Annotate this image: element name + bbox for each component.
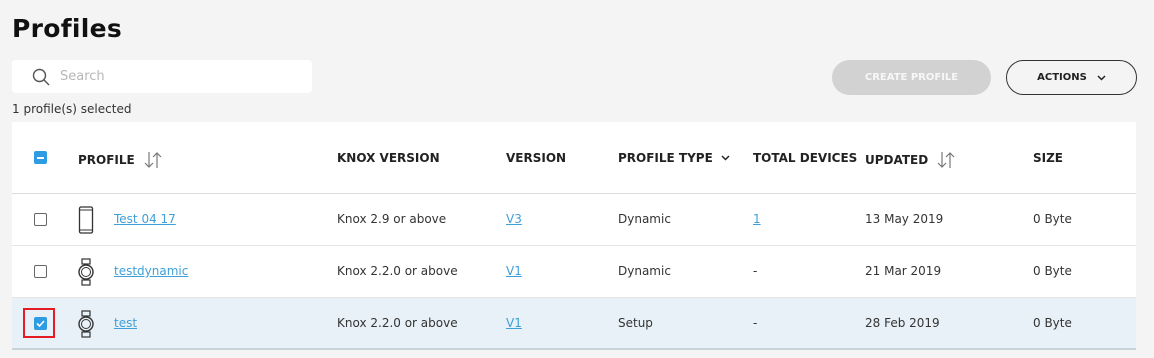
page-title: Profiles xyxy=(12,14,123,43)
profile-type: Dynamic xyxy=(618,264,671,278)
checkmark-icon xyxy=(36,320,45,328)
profile-name-link[interactable]: testdynamic xyxy=(114,264,188,278)
search-input[interactable] xyxy=(60,60,300,93)
header-knox-label: KNOX VERSION xyxy=(337,151,440,165)
actions-button[interactable]: ACTIONS xyxy=(1006,60,1137,95)
search-icon xyxy=(32,68,50,86)
table-header: PROFILE KNOX VERSION VERSION PROFILE TYP… xyxy=(12,122,1136,194)
watch-icon xyxy=(78,310,94,338)
profiles-table: PROFILE KNOX VERSION VERSION PROFILE TYP… xyxy=(12,122,1136,350)
header-version-label: VERSION xyxy=(506,151,567,165)
knox-version: Knox 2.2.0 or above xyxy=(337,316,458,330)
select-all-checkbox[interactable] xyxy=(34,151,47,164)
profile-name-link[interactable]: test xyxy=(114,316,137,330)
row-checkbox[interactable] xyxy=(34,317,47,330)
search-box[interactable] xyxy=(12,60,312,93)
header-knox-version: KNOX VERSION xyxy=(337,151,440,165)
knox-version: Knox 2.2.0 or above xyxy=(337,264,458,278)
table-row[interactable]: test Knox 2.2.0 or above V1 Setup - 28 F… xyxy=(12,298,1136,350)
chevron-down-icon xyxy=(1097,74,1106,81)
updated-date: 13 May 2019 xyxy=(865,212,944,226)
sort-icon[interactable] xyxy=(143,151,163,169)
header-profile[interactable]: PROFILE xyxy=(78,151,163,169)
create-profile-button[interactable]: CREATE PROFILE xyxy=(832,60,991,95)
table-row[interactable]: Test 04 17 Knox 2.9 or above V3 Dynamic … xyxy=(12,194,1136,246)
profile-name-link[interactable]: Test 04 17 xyxy=(114,212,176,226)
phone-icon xyxy=(78,206,94,234)
actions-label: ACTIONS xyxy=(1037,72,1087,83)
header-profile-label: PROFILE xyxy=(78,153,135,167)
header-size: SIZE xyxy=(1033,151,1063,165)
updated-date: 21 Mar 2019 xyxy=(865,264,942,278)
table-row[interactable]: testdynamic Knox 2.2.0 or above V1 Dynam… xyxy=(12,246,1136,298)
sort-icon[interactable] xyxy=(936,151,956,169)
updated-date: 28 Feb 2019 xyxy=(865,316,940,330)
watch-icon xyxy=(78,258,94,286)
header-profile-type[interactable]: PROFILE TYPE xyxy=(618,151,730,165)
chevron-down-icon[interactable] xyxy=(721,155,730,161)
row-checkbox[interactable] xyxy=(34,213,47,226)
size: 0 Byte xyxy=(1033,264,1072,278)
header-devices-label: TOTAL DEVICES xyxy=(753,151,858,165)
total-devices-link[interactable]: 1 xyxy=(753,212,761,226)
header-type-label: PROFILE TYPE xyxy=(618,151,713,165)
size: 0 Byte xyxy=(1033,316,1072,330)
row-checkbox[interactable] xyxy=(34,265,47,278)
size: 0 Byte xyxy=(1033,212,1072,226)
total-devices: - xyxy=(753,264,758,278)
header-updated[interactable]: UPDATED xyxy=(865,151,956,169)
profile-type: Setup xyxy=(618,316,653,330)
version-link[interactable]: V1 xyxy=(506,264,522,278)
header-version: VERSION xyxy=(506,151,566,165)
selection-count: 1 profile(s) selected xyxy=(12,102,132,116)
version-link[interactable]: V3 xyxy=(506,212,522,226)
total-devices: - xyxy=(753,316,758,330)
profile-type: Dynamic xyxy=(618,212,671,226)
header-size-label: SIZE xyxy=(1033,151,1064,165)
version-link[interactable]: V1 xyxy=(506,316,522,330)
header-total-devices: TOTAL DEVICES xyxy=(753,151,857,165)
knox-version: Knox 2.9 or above xyxy=(337,212,447,226)
header-updated-label: UPDATED xyxy=(865,153,929,167)
